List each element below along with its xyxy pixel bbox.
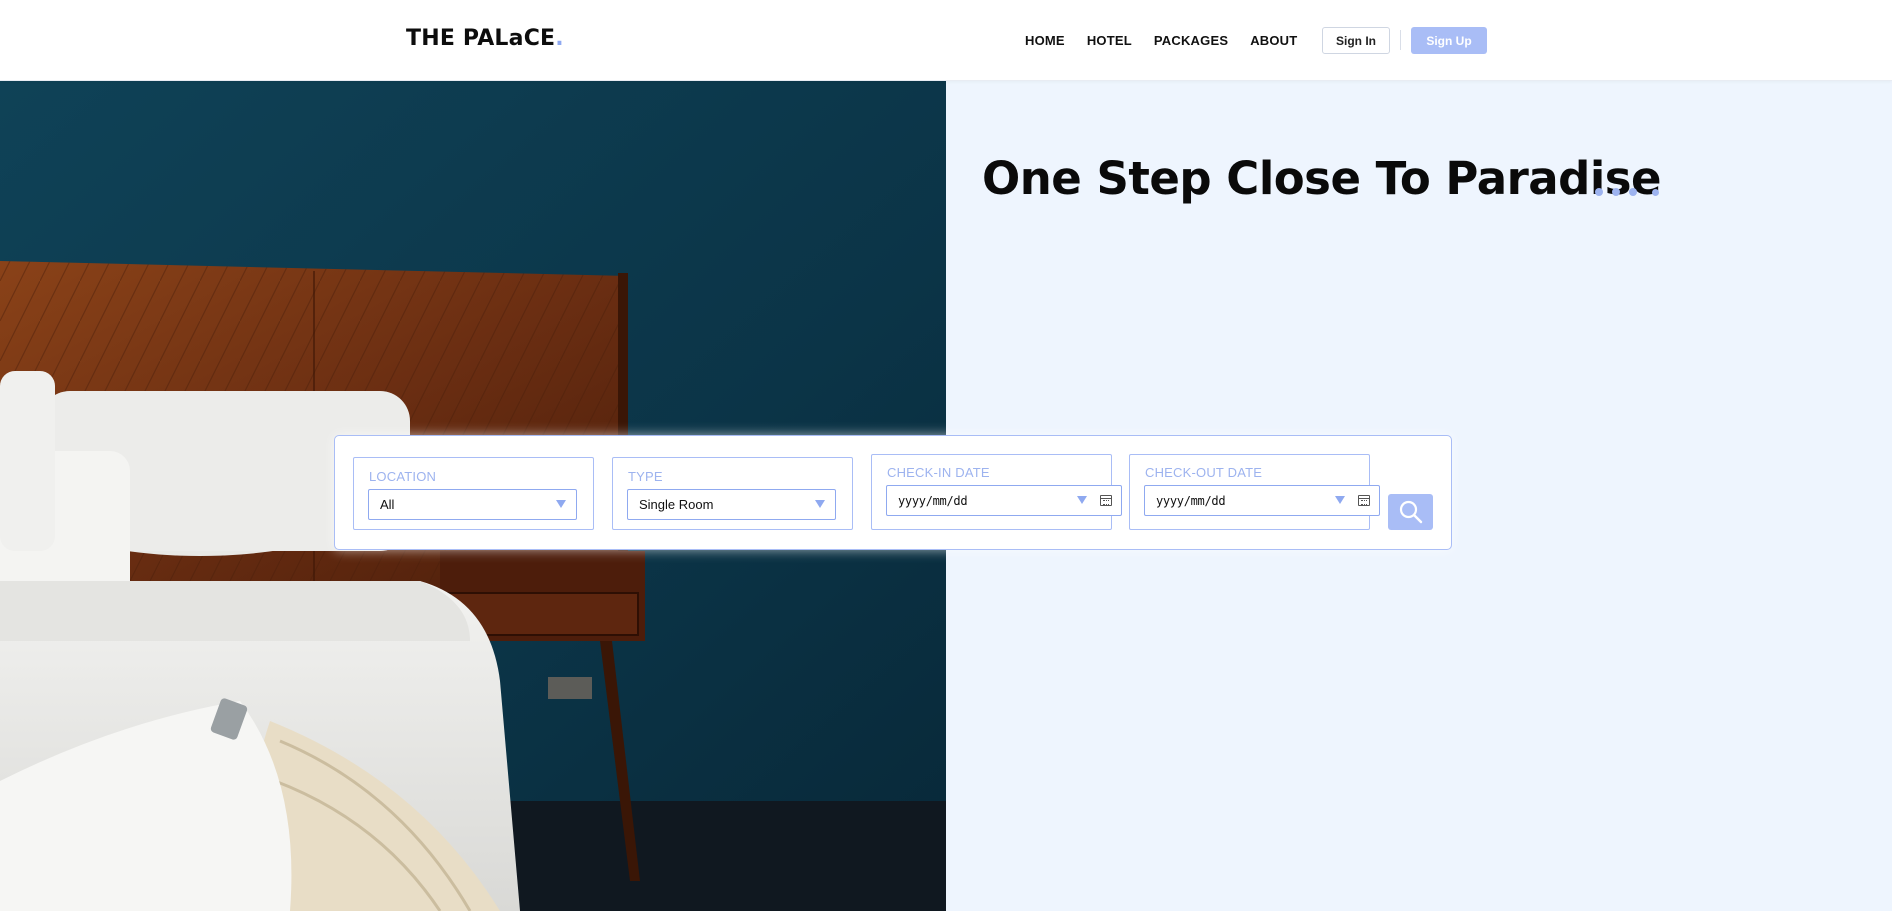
location-label: LOCATION <box>369 469 437 484</box>
nav-about[interactable]: ABOUT <box>1250 33 1297 48</box>
check-in-date-input[interactable]: yyyy/mm/dd <box>886 485 1122 516</box>
type-field: TYPE Single Room <box>612 457 853 530</box>
location-field: LOCATION All <box>353 457 594 530</box>
loading-dots-icon <box>1595 188 1659 196</box>
nav-packages[interactable]: PACKAGES <box>1154 33 1228 48</box>
location-value: All <box>380 497 395 512</box>
search-icon <box>1399 500 1422 524</box>
nav-divider <box>1400 30 1401 50</box>
brand-logo[interactable]: THE PALaCE. <box>406 26 564 51</box>
calendar-icon[interactable] <box>1358 495 1370 506</box>
sign-in-button[interactable]: Sign In <box>1322 27 1390 54</box>
check-out-field: CHECK-OUT DATE yyyy/mm/dd <box>1129 454 1380 530</box>
site-header: THE PALaCE. HOME HOTEL PACKAGES ABOUT Si… <box>0 0 1892 81</box>
check-out-date-input[interactable]: yyyy/mm/dd <box>1144 485 1380 516</box>
booking-search-panel: LOCATION All TYPE Single Room CHECK-IN D… <box>334 435 1452 550</box>
chevron-down-icon <box>815 500 825 508</box>
type-select[interactable]: Single Room <box>627 489 836 520</box>
type-value: Single Room <box>639 497 714 512</box>
nav-hotel[interactable]: HOTEL <box>1087 33 1132 48</box>
type-label: TYPE <box>628 469 663 484</box>
check-out-label: CHECK-OUT DATE <box>1145 465 1263 480</box>
check-in-label: CHECK-IN DATE <box>887 465 990 480</box>
location-select[interactable]: All <box>368 489 577 520</box>
nav-home[interactable]: HOME <box>1025 33 1065 48</box>
sign-up-button[interactable]: Sign Up <box>1411 27 1487 54</box>
hero-headline: One Step Close To Paradise <box>982 152 1662 205</box>
check-out-placeholder: yyyy/mm/dd <box>1156 493 1226 508</box>
main-nav: HOME HOTEL PACKAGES ABOUT <box>1025 33 1319 48</box>
check-in-placeholder: yyyy/mm/dd <box>898 493 968 508</box>
check-in-field: CHECK-IN DATE yyyy/mm/dd <box>871 454 1122 530</box>
search-button[interactable] <box>1388 494 1433 530</box>
chevron-down-icon[interactable] <box>1335 496 1345 504</box>
calendar-icon[interactable] <box>1100 495 1112 506</box>
chevron-down-icon[interactable] <box>1077 496 1087 504</box>
chevron-down-icon <box>556 500 566 508</box>
